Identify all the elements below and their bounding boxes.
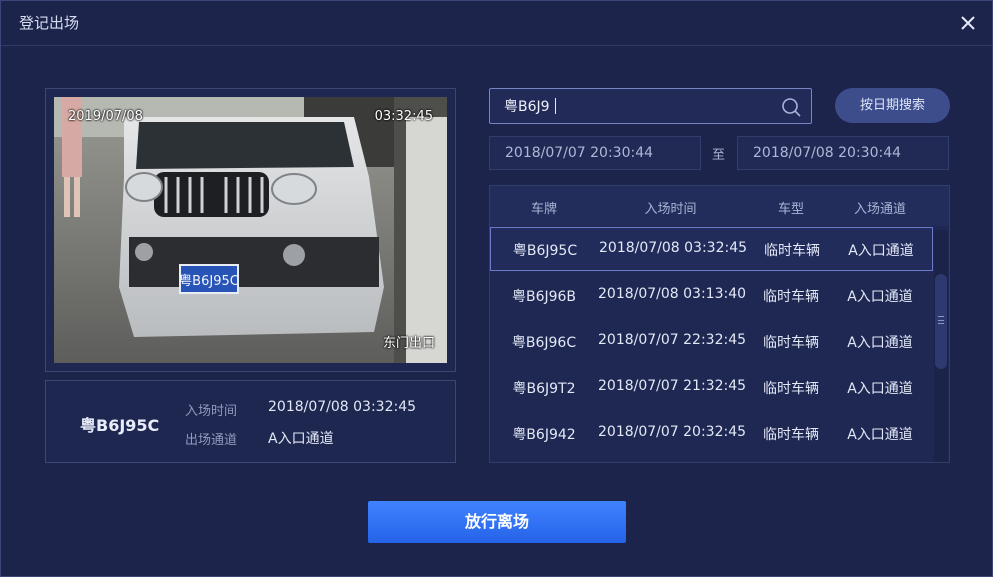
start-date-field[interactable]: 2018/07/07 20:30:44	[489, 136, 701, 170]
row-entry-time: 2018/07/07 21:32:45	[598, 378, 747, 394]
grip-icon	[938, 316, 944, 324]
vehicle-photo: 粤B6J95C	[54, 97, 447, 363]
text-caret	[555, 98, 556, 114]
scrollbar-thumb[interactable]	[935, 274, 947, 369]
table-row[interactable]: 粤B6J96C 2018/07/07 22:32:45 临时车辆 A入口通道	[490, 320, 933, 364]
row-vehicle-type: 临时车辆	[763, 289, 819, 305]
row-vehicle-type: 临时车辆	[763, 427, 819, 443]
row-entry-channel: A入口通道	[847, 335, 913, 351]
close-icon	[961, 16, 975, 30]
row-entry-time: 2018/07/08 03:13:40	[598, 286, 747, 302]
row-plate: 粤B6J9T2	[512, 381, 576, 397]
entry-time-label: 入场时间	[185, 404, 238, 419]
row-entry-channel: A入口通道	[847, 381, 913, 397]
row-vehicle-type: 临时车辆	[763, 381, 819, 397]
table-row[interactable]: 粤B6J942 2018/07/07 20:32:45 临时车辆 A入口通道	[490, 412, 933, 456]
vehicle-info-panel: 粤B6J95C 入场时间 2018/07/08 03:32:45 出场通道 A入…	[45, 380, 456, 463]
row-entry-time: 2018/07/07 20:32:45	[598, 424, 747, 440]
table-row[interactable]: 粤B6J96B 2018/07/08 03:13:40 临时车辆 A入口通道	[490, 274, 933, 318]
row-entry-channel: A入口通道	[847, 427, 913, 443]
row-vehicle-type: 临时车辆	[764, 243, 820, 259]
entry-time-value: 2018/07/08 03:32:45	[268, 399, 417, 415]
column-header-entry-time: 入场时间	[644, 202, 697, 217]
end-date-field[interactable]: 2018/07/08 20:30:44	[737, 136, 949, 170]
close-button[interactable]	[953, 8, 983, 38]
camera-date: 2019/07/08	[68, 109, 143, 124]
table-row[interactable]: 粤B6J95C 2018/07/08 03:32:45 临时车辆 A入口通道	[490, 227, 933, 271]
plate-search-box	[489, 88, 812, 124]
camera-time: 03:32:45	[374, 109, 433, 124]
dialog-title: 登记出场	[19, 14, 80, 32]
info-plate-number: 粤B6J95C	[80, 416, 160, 435]
table-row[interactable]: 粤B6J9T2 2018/07/07 21:32:45 临时车辆 A入口通道	[490, 366, 933, 410]
column-header-vehicle-type: 车型	[777, 202, 804, 217]
column-header-entry-channel: 入场通道	[853, 202, 906, 217]
camera-snapshot: 粤B6J95C 2019/07/08 03:32:45 东门出口	[54, 97, 447, 363]
exit-channel-label: 出场通道	[185, 433, 238, 448]
row-plate: 粤B6J95C	[512, 243, 578, 259]
row-vehicle-type: 临时车辆	[763, 335, 819, 351]
exit-channel-value: A入口通道	[268, 431, 334, 447]
row-plate: 粤B6J942	[512, 427, 576, 443]
camera-location: 东门出口	[382, 336, 435, 351]
row-entry-channel: A入口通道	[847, 289, 913, 305]
plate-text: 粤B6J95C	[179, 273, 239, 289]
row-entry-channel: A入口通道	[848, 243, 914, 259]
row-entry-time: 2018/07/07 22:32:45	[598, 332, 747, 348]
row-entry-time: 2018/07/08 03:32:45	[599, 240, 748, 256]
release-exit-button[interactable]: 放行离场	[368, 501, 626, 543]
search-icon[interactable]	[780, 96, 802, 118]
exit-registration-dialog: 登记出场 粤B6J95C 2019/07/08 03:32:45 东门出口 粤B…	[0, 0, 993, 577]
title-bar: 登记出场	[1, 1, 993, 46]
column-header-plate: 车牌	[530, 202, 557, 217]
row-plate: 粤B6J96B	[511, 289, 577, 305]
row-plate: 粤B6J96C	[511, 335, 577, 351]
entry-records-table: 车牌 入场时间 车型 入场通道 粤B6J95C 2018/07/08 03:32…	[489, 185, 950, 463]
date-search-button[interactable]: 按日期搜索	[835, 88, 950, 123]
plate-search-input[interactable]	[504, 89, 774, 123]
table-header: 车牌 入场时间 车型 入场通道	[490, 186, 949, 226]
camera-panel: 粤B6J95C 2019/07/08 03:32:45 东门出口	[45, 88, 456, 372]
date-range-separator: 至	[712, 148, 726, 163]
